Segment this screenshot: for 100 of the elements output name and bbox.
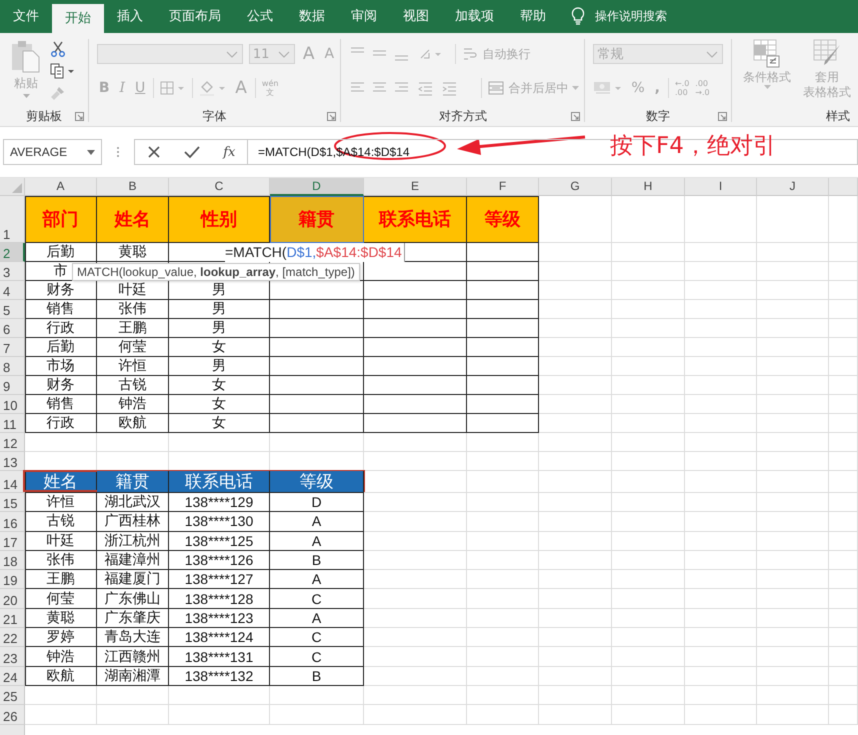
copy-icon[interactable] <box>50 63 76 79</box>
header-cell: 部门 <box>25 196 97 243</box>
row-header[interactable]: 12 <box>0 433 25 452</box>
empty-cell[interactable] <box>467 395 539 414</box>
empty-cell[interactable] <box>364 319 467 338</box>
row-header[interactable]: 14 <box>0 471 25 493</box>
column-header[interactable]: E <box>364 178 467 196</box>
row-header[interactable]: 25 <box>0 686 25 706</box>
column-header[interactable]: B <box>97 178 169 196</box>
empty-cell[interactable] <box>270 376 364 395</box>
search-prompt[interactable]: 操作说明搜索 <box>595 0 667 33</box>
column-header[interactable]: J <box>757 178 829 196</box>
empty-cell[interactable] <box>270 300 364 319</box>
brush-icon[interactable] <box>50 85 66 101</box>
empty-cell[interactable] <box>467 262 539 281</box>
row-header[interactable]: 19 <box>0 570 25 590</box>
checkmark-icon[interactable] <box>184 145 200 159</box>
launcher-icon[interactable] <box>571 112 580 121</box>
row-header[interactable]: 22 <box>0 628 25 648</box>
ribbon-tab[interactable]: 数据 <box>286 0 338 33</box>
borders-icon[interactable] <box>160 81 186 95</box>
row-header[interactable]: 20 <box>0 589 25 609</box>
scissors-icon[interactable] <box>50 41 66 57</box>
empty-cell[interactable] <box>467 338 539 357</box>
empty-cell[interactable] <box>270 414 364 433</box>
ribbon-tab[interactable]: 公式 <box>234 0 286 33</box>
name-box[interactable]: AVERAGE <box>3 139 102 165</box>
empty-cell[interactable] <box>467 376 539 395</box>
row-header[interactable] <box>0 724 25 735</box>
row-header[interactable]: 15 <box>0 493 25 512</box>
row-header[interactable]: 5 <box>0 300 25 319</box>
column-header[interactable]: H <box>612 178 685 196</box>
ribbon-tab[interactable]: 帮助 <box>507 0 559 33</box>
empty-cell[interactable] <box>467 414 539 433</box>
empty-cell[interactable] <box>270 319 364 338</box>
row-header[interactable]: 10 <box>0 395 25 414</box>
ribbon-tab[interactable]: 开始 <box>52 4 104 33</box>
column-header[interactable]: C <box>169 178 270 196</box>
column-header[interactable]: D <box>270 178 364 196</box>
empty-cell[interactable] <box>364 281 467 300</box>
column-header[interactable]: A <box>25 178 97 196</box>
column-header[interactable]: I <box>685 178 757 196</box>
empty-cell[interactable] <box>467 357 539 376</box>
empty-cell[interactable] <box>467 300 539 319</box>
row-header[interactable]: 6 <box>0 319 25 338</box>
select-all-icon[interactable] <box>12 183 22 193</box>
empty-cell[interactable] <box>467 319 539 338</box>
empty-cell[interactable] <box>270 338 364 357</box>
currency-icon[interactable] <box>593 80 624 96</box>
empty-cell[interactable] <box>270 281 364 300</box>
empty-cell[interactable] <box>364 357 467 376</box>
row-header[interactable]: 21 <box>0 608 25 628</box>
row-header[interactable]: 17 <box>0 532 25 551</box>
close-icon[interactable] <box>146 145 161 159</box>
table-cell: 江西赣州 <box>97 647 169 667</box>
empty-cell[interactable] <box>364 414 467 433</box>
ribbon-tab[interactable]: 加载项 <box>442 0 507 33</box>
fill-bucket-icon[interactable] <box>199 80 228 96</box>
row-header[interactable]: 16 <box>0 512 25 532</box>
row-header[interactable]: 24 <box>0 666 25 686</box>
header-cell: 姓名 <box>97 196 169 243</box>
row-header[interactable]: 9 <box>0 376 25 395</box>
empty-cell[interactable] <box>364 395 467 414</box>
row-header[interactable]: 13 <box>0 452 25 471</box>
empty-cell[interactable] <box>467 243 539 262</box>
empty-cell[interactable] <box>364 376 467 395</box>
row-header[interactable]: 18 <box>0 550 25 570</box>
row-header[interactable]: 4 <box>0 281 25 300</box>
launcher-icon[interactable] <box>327 112 336 121</box>
launcher-icon[interactable] <box>74 112 84 121</box>
table-cell: 黄聪 <box>97 243 169 262</box>
launcher-icon[interactable] <box>718 112 728 121</box>
column-header[interactable] <box>829 178 858 196</box>
row-header[interactable]: 11 <box>0 414 25 433</box>
empty-cell[interactable] <box>364 262 467 281</box>
empty-cell[interactable] <box>270 395 364 414</box>
font-name-dropdown[interactable] <box>96 44 243 64</box>
row-header[interactable]: 1 <box>0 196 25 243</box>
row-header[interactable]: 23 <box>0 647 25 667</box>
empty-cell[interactable] <box>364 300 467 319</box>
row-header[interactable]: 26 <box>0 705 25 725</box>
column-header[interactable]: G <box>539 178 612 196</box>
empty-cell[interactable] <box>270 357 364 376</box>
ribbon-tab[interactable]: 视图 <box>390 0 442 33</box>
empty-cell[interactable] <box>364 338 467 357</box>
column-header[interactable]: F <box>467 178 539 196</box>
empty-cell[interactable] <box>467 281 539 300</box>
table-cell: 后勤 <box>25 338 97 357</box>
ribbon-tab[interactable]: 页面布局 <box>156 0 234 33</box>
row-header[interactable]: 3 <box>0 262 25 281</box>
table-cell: 138****130 <box>169 512 270 532</box>
ribbon-tab[interactable]: 文件 <box>0 0 52 33</box>
insert-function-button[interactable]: fx <box>223 144 236 160</box>
lightbulb-icon[interactable] <box>571 7 585 25</box>
ribbon-tab[interactable]: 插入 <box>104 0 156 33</box>
row-header[interactable]: 7 <box>0 338 25 357</box>
ribbon-tab[interactable]: 审阅 <box>338 0 390 33</box>
row-header[interactable]: 2 <box>0 243 25 262</box>
row-header[interactable]: 8 <box>0 357 25 376</box>
cell-editor[interactable]: =MATCH(D$1,$A$14:$D$14 <box>225 243 405 262</box>
